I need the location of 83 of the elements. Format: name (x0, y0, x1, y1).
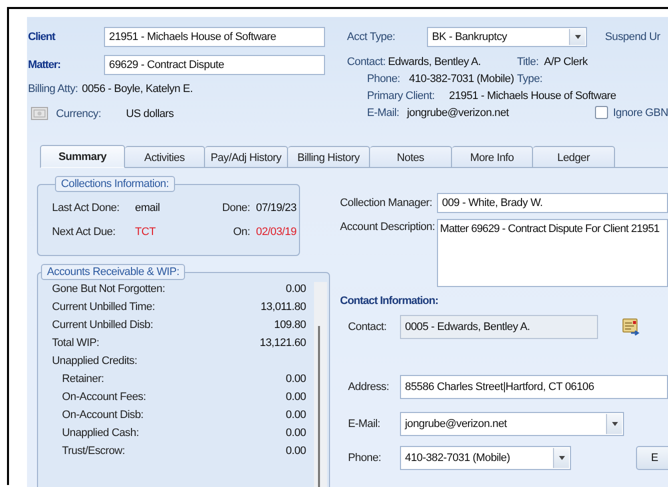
currency-label: Currency: (56, 108, 102, 120)
caret-icon (612, 422, 618, 426)
date-label: On: (232, 226, 250, 238)
phone-label: Phone: (348, 452, 382, 464)
collection-manager-field[interactable]: 009 - White, Brady W. (437, 193, 668, 213)
contact-information-heading: Contact Information: (340, 295, 440, 307)
row-label: Retainer: (62, 373, 104, 385)
caret-icon (574, 35, 580, 39)
date-value: 07/19/23 (256, 202, 296, 214)
row-label: Unapplied Cash: (62, 427, 139, 439)
phone-value: 410-382-7031 (Mobile) (409, 72, 515, 84)
tab[interactable]: Ledger (533, 146, 615, 168)
row-value: 0.00 (286, 373, 306, 385)
billing-atty-value: 0056 - Boyle, Katelyn E. (82, 83, 193, 95)
contact-value: Edwards, Bentley A. (388, 56, 482, 68)
contact-button[interactable]: E (636, 446, 668, 470)
row-label: On-Account Fees: (62, 391, 146, 403)
account-description-field[interactable]: Matter 69629 - Contract Dispute For Client 21951 (437, 219, 668, 287)
matter-label: Matter: (28, 59, 62, 71)
type-label: Type: (517, 72, 542, 84)
dropdown-arrow-button[interactable] (569, 29, 585, 45)
row-label: Current Unbilled Disb: (52, 319, 153, 331)
email-label: E-Mail: (348, 418, 382, 430)
billing-atty-label: Billing Atty: (28, 83, 78, 95)
email-dropdown[interactable]: jongrube@verizon.net (400, 412, 624, 436)
scrollbar[interactable] (314, 282, 327, 487)
title-label: Title: (517, 56, 540, 68)
collection-manager-label: Collection Manager: (340, 197, 434, 209)
title-value: A/P Clerk (544, 56, 588, 68)
account-description-label: Account Description: (340, 220, 436, 233)
date-value: 02/03/19 (256, 226, 296, 238)
collections-heading: Collections Information: (55, 176, 175, 192)
row-label: Current Unbilled Time: (52, 301, 155, 313)
field-value: TCT (135, 226, 157, 238)
address-label: Address: (348, 381, 390, 393)
primary-client-label: Primary Client: (367, 90, 436, 102)
row-value: 0.00 (286, 283, 306, 295)
tab[interactable]: Summary (40, 145, 125, 168)
suspend-label[interactable]: Suspend Ur (605, 31, 660, 43)
row-value: 109.80 (274, 319, 306, 331)
tab[interactable]: Billing History (288, 146, 370, 168)
tab[interactable]: Activities (125, 146, 205, 168)
row-label: Gone But Not Forgotten: (52, 283, 165, 295)
contact-label: Contact: (347, 56, 387, 68)
acct-type-label: Acct Type: (347, 31, 396, 43)
tab[interactable]: More Info (452, 146, 533, 168)
date-label: Done: (221, 202, 250, 214)
row-value: 0.00 (286, 427, 306, 439)
phone-dropdown[interactable]: 410-382-7031 (Mobile) (400, 446, 571, 470)
row-label: On-Account Disb: (62, 409, 144, 421)
currency-value: US dollars (126, 108, 174, 120)
email-label: E-Mail: (367, 106, 400, 118)
ignore-gbn-label: Ignore GBN (613, 106, 668, 118)
dropdown-arrow-button[interactable] (606, 414, 622, 434)
primary-client-value: 21951 - Michaels House of Software (449, 90, 616, 102)
client-label: Client (28, 31, 56, 43)
contact-field: 0005 - Edwards, Bentley A. (400, 315, 598, 339)
caret-icon (558, 456, 564, 460)
client-field[interactable]: 21951 - Michaels House of Software (104, 27, 325, 47)
field-label: Last Act Done: (52, 202, 120, 214)
matter-field[interactable]: 69629 - Contract Dispute (104, 55, 325, 75)
ignore-gbn-checkbox[interactable] (595, 106, 608, 119)
scroll-thumb[interactable] (318, 326, 320, 487)
tab[interactable]: Pay/Adj History (205, 146, 288, 168)
row-value: 13,121.60 (260, 337, 306, 349)
phone-label: Phone: (367, 72, 402, 84)
row-label: Trust/Escrow: (62, 445, 125, 457)
row-label: Total WIP: (52, 337, 100, 349)
row-value: 0.00 (286, 445, 306, 457)
row-label: Unapplied Credits: (52, 355, 138, 367)
dropdown-arrow-button[interactable] (553, 448, 569, 468)
field-label: Next Act Due: (52, 226, 116, 238)
row-value: 0.00 (286, 409, 306, 421)
email-value: jongrube@verizon.net (407, 106, 510, 118)
row-value: 0.00 (286, 391, 306, 403)
address-field[interactable]: 85586 Charles Street|Hartford, CT 06106 (400, 375, 668, 399)
document-arrow-icon[interactable] (622, 318, 640, 336)
row-value: 13,011.80 (260, 301, 306, 313)
contact-label: Contact: (348, 321, 388, 333)
acct-type-dropdown[interactable]: BK - Bankruptcy (427, 27, 587, 47)
tab[interactable]: Notes (370, 146, 452, 168)
accounts-heading: Accounts Receivable & WIP: (41, 264, 186, 280)
field-value: email (135, 202, 161, 214)
